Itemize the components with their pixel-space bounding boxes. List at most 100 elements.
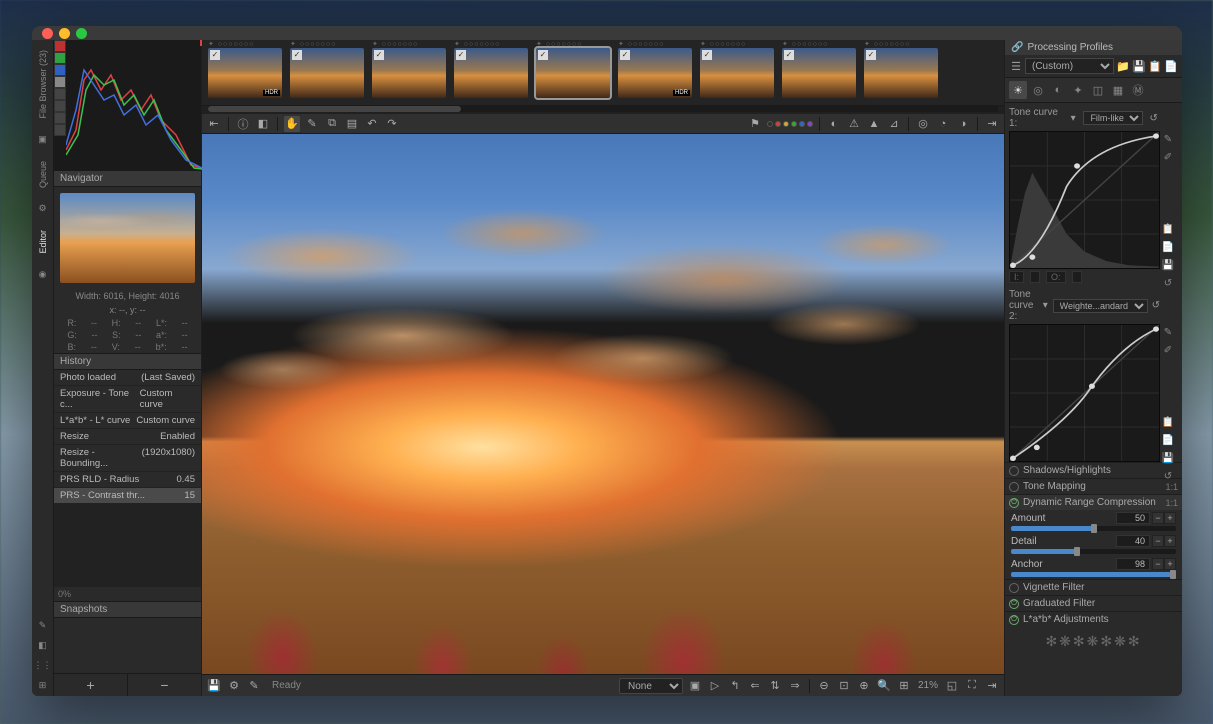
filmstrip-thumb[interactable]: ✦ ○○○○○○○✓HDR [208, 48, 282, 98]
image-canvas[interactable] [202, 134, 1004, 674]
profile-save-icon[interactable]: 💾 [1132, 59, 1146, 73]
history-item[interactable]: PRS RLD - Radius0.45 [54, 472, 201, 488]
clip-highlights-icon[interactable]: ⚠ [846, 116, 862, 132]
label-purple[interactable] [807, 121, 813, 127]
profile-select[interactable]: (Custom) [1025, 58, 1114, 74]
snapshot-remove-button[interactable]: − [128, 674, 201, 696]
zoom-in-icon[interactable]: 🔍 [876, 678, 892, 694]
before-after-icon[interactable]: ◧ [255, 116, 271, 132]
hist-green-toggle[interactable] [54, 52, 66, 64]
filmstrip-thumb[interactable]: ✦ ○○○○○○○✓HDR [618, 48, 692, 98]
minimize-icon[interactable] [59, 28, 70, 39]
tab-color-icon[interactable]: ◐ [1049, 81, 1067, 99]
power-icon[interactable]: ⏻ [1009, 498, 1019, 508]
curve-edit-icon[interactable]: ✐ [1161, 150, 1175, 164]
hist-chroma-toggle[interactable] [54, 88, 66, 100]
tab-advanced-icon[interactable]: ✦ [1069, 81, 1087, 99]
label-yellow[interactable] [783, 121, 789, 127]
filmstrip-thumb[interactable]: ✦ ○○○○○○○✓ [700, 48, 774, 98]
curve-save-icon[interactable]: 💾 [1161, 258, 1175, 272]
curve-pipette-icon[interactable]: ✎ [1161, 132, 1175, 146]
nav-updown-icon[interactable]: ⇅ [767, 678, 783, 694]
filmstrip-thumb[interactable]: ✦ ○○○○○○○✓ [372, 48, 446, 98]
tab-transform-icon[interactable]: ◫ [1089, 81, 1107, 99]
info-icon[interactable]: ⓘ [235, 116, 251, 132]
navigator-thumbnail[interactable] [60, 193, 195, 283]
section-shadows-highlights[interactable]: Shadows/Highlights [1005, 462, 1182, 478]
label-red[interactable] [775, 121, 781, 127]
sharpening-contrast-icon[interactable]: ⊿ [886, 116, 902, 132]
zoom-out-icon[interactable]: ⊖ [816, 678, 832, 694]
tab-exposure-icon[interactable]: ☀ [1009, 81, 1027, 99]
tone-curve-2-graph[interactable]: ✎ ✐ 📋 📄 💾 ↺ [1009, 324, 1160, 462]
minus-icon[interactable]: − [1152, 535, 1164, 547]
monitor-profile-icon[interactable]: ◎ [915, 116, 931, 132]
snapshot-add-button[interactable]: + [54, 674, 128, 696]
history-item[interactable]: PRS - Contrast thr...15 [54, 488, 201, 504]
plus-icon[interactable]: + [1164, 558, 1176, 570]
power-icon[interactable]: ⏻ [1009, 615, 1019, 625]
history-item[interactable]: L*a*b* - L* curveCustom curve [54, 413, 201, 429]
label-green[interactable] [791, 121, 797, 127]
close-icon[interactable] [42, 28, 53, 39]
tone-curve-1-type-select[interactable]: Film-like [1083, 111, 1143, 125]
profile-load-icon[interactable]: 📁 [1116, 59, 1130, 73]
filmstrip-thumb[interactable]: ✦ ○○○○○○○✓ [864, 48, 938, 98]
label-blue[interactable] [799, 121, 805, 127]
focus-mask-icon[interactable]: ▲ [866, 116, 882, 132]
curve-reset2-icon[interactable]: ↺ [1161, 276, 1175, 290]
section-drc[interactable]: ⏻ Dynamic Range Compression 1:1 [1005, 494, 1182, 510]
filmstrip-scrollbar[interactable] [208, 106, 998, 112]
nav-sync-icon[interactable]: ▷ [707, 678, 723, 694]
save-icon[interactable]: 💾 [206, 678, 222, 694]
tab-meta-icon[interactable]: Ⓜ [1129, 81, 1147, 99]
arrow-left-icon[interactable]: ⇤ [206, 116, 222, 132]
tool-icon-2[interactable]: ◧ [36, 638, 50, 652]
gamut-icon[interactable]: ◔ [935, 116, 951, 132]
softproof-icon[interactable]: ◑ [955, 116, 971, 132]
rotate-left-icon[interactable]: ↶ [364, 116, 380, 132]
tool-icon-3[interactable]: ⋮⋮ [36, 658, 50, 672]
profile-copy-icon[interactable]: 📋 [1148, 59, 1162, 73]
history-item[interactable]: Resize - Bounding...(1920x1080) [54, 445, 201, 472]
amount-value[interactable]: 50 [1116, 512, 1150, 524]
maximize-icon[interactable] [76, 28, 87, 39]
profile-paste-icon[interactable]: 📄 [1164, 59, 1178, 73]
curve2-save-icon[interactable]: 💾 [1161, 451, 1175, 465]
nav-prev2-icon[interactable]: ↰ [727, 678, 743, 694]
curve-paste-icon[interactable]: 📄 [1161, 240, 1175, 254]
curve2-copy-icon[interactable]: 📋 [1161, 415, 1175, 429]
hist-blue-toggle[interactable] [54, 64, 66, 76]
tab-raw-icon[interactable]: ▦ [1109, 81, 1127, 99]
filmstrip-thumb[interactable]: ✦ ○○○○○○○✓ [454, 48, 528, 98]
crop-icon[interactable]: ⧉ [324, 116, 340, 132]
tone-curve-2-type-select[interactable]: Weighte...andard [1053, 299, 1148, 313]
plus-icon[interactable]: + [1164, 535, 1176, 547]
filmstrip-thumb[interactable]: ✦ ○○○○○○○✓ [782, 48, 856, 98]
mode-icon[interactable]: ☰ [1009, 59, 1023, 73]
rotate-right-icon[interactable]: ↷ [384, 116, 400, 132]
aperture-icon[interactable]: ◉ [36, 267, 50, 281]
detail-slider[interactable] [1011, 549, 1176, 554]
label-none[interactable] [767, 121, 773, 127]
hand-tool-icon[interactable]: ✋ [284, 116, 300, 132]
tool-icon-4[interactable]: ⊞ [36, 678, 50, 692]
nav-prev-icon[interactable]: ⇐ [747, 678, 763, 694]
history-item[interactable]: Exposure - Tone c...Custom curve [54, 386, 201, 413]
tag-icon[interactable]: ⚑ [747, 116, 763, 132]
power-icon[interactable] [1009, 482, 1019, 492]
tab-file-browser[interactable]: File Browser (23) [36, 46, 50, 123]
zoom-crop-icon[interactable]: ⊞ [896, 678, 912, 694]
hist-raw-toggle[interactable] [54, 100, 66, 112]
power-icon[interactable] [1009, 466, 1019, 476]
zoom-100-icon[interactable]: ⊕ [856, 678, 872, 694]
arrow-right-icon[interactable]: ⇥ [984, 116, 1000, 132]
folder-icon[interactable]: ▣ [36, 133, 50, 147]
background-select[interactable]: None [619, 678, 683, 694]
history-item[interactable]: ResizeEnabled [54, 429, 201, 445]
anchor-slider[interactable] [1011, 572, 1176, 577]
power-icon[interactable]: ⏻ [1009, 599, 1019, 609]
section-graduated[interactable]: ⏻ Graduated Filter [1005, 595, 1182, 611]
queue-icon[interactable]: ⚙ [226, 678, 242, 694]
hist-bar-toggle[interactable] [54, 112, 66, 124]
